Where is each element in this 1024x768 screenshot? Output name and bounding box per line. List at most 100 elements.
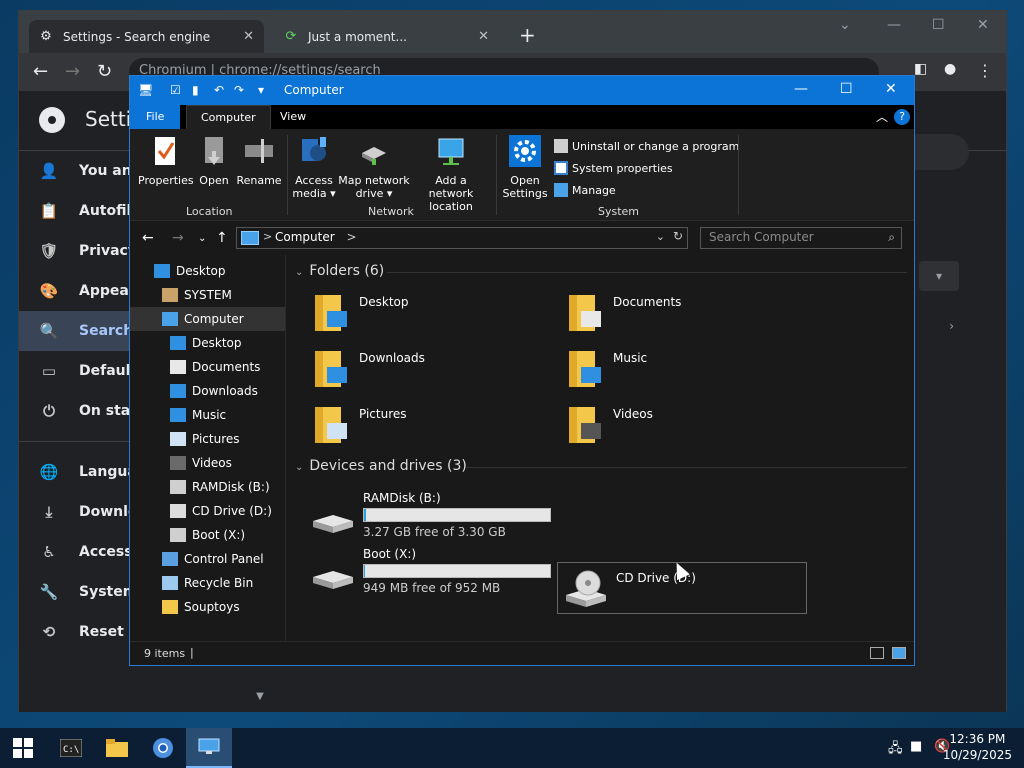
- maximize-icon[interactable]: ☐: [932, 17, 945, 33]
- taskbar-terminal[interactable]: C:\: [48, 728, 94, 768]
- minimize-icon[interactable]: —: [794, 81, 808, 97]
- tab-file[interactable]: File: [130, 105, 181, 129]
- properties-quick-icon[interactable]: ☑: [170, 83, 181, 97]
- accessibility-icon: ♿: [42, 543, 56, 561]
- new-folder-quick-icon[interactable]: ▮: [192, 83, 199, 97]
- scroll-down-arrow[interactable]: ▼: [251, 691, 269, 712]
- tab-just-a-moment[interactable]: ⟳ Just a moment... ✕: [274, 20, 499, 53]
- taskbar-chromium[interactable]: [140, 728, 186, 768]
- breadcrumb-computer[interactable]: Computer: [275, 230, 335, 244]
- menu-icon[interactable]: ⋮: [977, 61, 993, 80]
- sidepanel-icon[interactable]: ◧: [914, 61, 927, 77]
- computer-icon: [198, 738, 220, 754]
- refresh-icon[interactable]: ↻: [673, 229, 683, 243]
- address-bar[interactable]: > Computer > ⌄ ↻: [236, 227, 688, 249]
- search-computer-input[interactable]: Search Computer ⌕: [700, 227, 902, 249]
- collapse-ribbon-icon[interactable]: ︿: [876, 108, 888, 125]
- clock[interactable]: 12:36 PM 10/29/2025: [943, 731, 1012, 763]
- drive-usage-bar: [363, 508, 551, 522]
- folder-item[interactable]: Pictures: [313, 405, 553, 455]
- drive-boot[interactable]: Boot (X:) 949 MB free of 952 MB: [311, 547, 561, 599]
- undo-quick-icon[interactable]: ↶: [214, 83, 224, 97]
- nav-item[interactable]: Documents: [130, 355, 285, 379]
- help-icon[interactable]: ?: [894, 109, 910, 125]
- open-settings-button[interactable]: Open Settings: [502, 135, 548, 200]
- quick-access-dropdown-icon[interactable]: ▾: [258, 83, 264, 97]
- nav-item[interactable]: Videos: [130, 451, 285, 475]
- tab-computer[interactable]: Computer: [186, 105, 271, 129]
- manage-button[interactable]: Manage: [554, 183, 616, 197]
- recent-locations-icon[interactable]: ⌄: [198, 233, 206, 244]
- profile-icon[interactable]: ●: [944, 61, 956, 77]
- gear-icon: ⚙: [40, 28, 52, 44]
- nav-item-label: Boot (X:): [192, 528, 246, 542]
- folder-item[interactable]: Music: [567, 349, 807, 399]
- drive-usage-bar: [363, 564, 551, 578]
- nav-item[interactable]: Control Panel: [130, 547, 285, 571]
- back-icon[interactable]: ←: [33, 61, 48, 82]
- rename-button[interactable]: Rename: [236, 135, 282, 187]
- close-tab-icon[interactable]: ✕: [478, 29, 489, 44]
- map-network-drive-button[interactable]: Map network drive ▾: [338, 135, 410, 200]
- nav-item-label: Documents: [192, 360, 261, 374]
- close-icon[interactable]: ✕: [885, 81, 897, 97]
- new-tab-button[interactable]: +: [519, 23, 536, 47]
- open-button[interactable]: Open: [196, 135, 232, 187]
- properties-button[interactable]: Properties: [138, 135, 194, 187]
- taskbar-file-explorer[interactable]: [94, 728, 140, 768]
- nav-item[interactable]: Music: [130, 403, 285, 427]
- folder-item[interactable]: Documents: [567, 293, 807, 343]
- tab-view[interactable]: View: [266, 105, 320, 129]
- system-properties-button[interactable]: System properties: [554, 161, 673, 175]
- large-icons-view-icon[interactable]: [892, 647, 906, 659]
- nav-item[interactable]: Desktop: [130, 259, 285, 283]
- nav-item[interactable]: Boot (X:): [130, 523, 285, 547]
- back-icon[interactable]: ←: [142, 230, 154, 246]
- nav-item[interactable]: Recycle Bin: [130, 571, 285, 595]
- redo-quick-icon[interactable]: ↷: [234, 83, 244, 97]
- drive-usage-fill: [364, 565, 365, 577]
- folder-name: Desktop: [359, 295, 409, 309]
- window-title: Computer: [284, 83, 344, 97]
- network-icon[interactable]: 🖧: [888, 739, 903, 761]
- address-dropdown-icon[interactable]: ⌄: [656, 230, 665, 243]
- folder-item[interactable]: Videos: [567, 405, 807, 455]
- uninstall-program-button[interactable]: Uninstall or change a program: [554, 139, 739, 153]
- nav-item[interactable]: Pictures: [130, 427, 285, 451]
- folder-item[interactable]: Desktop: [313, 293, 553, 343]
- nav-item[interactable]: Computer: [130, 307, 285, 331]
- nav-item[interactable]: Desktop: [130, 331, 285, 355]
- drives-group-header[interactable]: ⌄ Devices and drives (3): [295, 458, 467, 474]
- start-button[interactable]: [0, 728, 46, 768]
- nav-item[interactable]: SYSTEM: [130, 283, 285, 307]
- nav-item[interactable]: RAMDisk (B:): [130, 475, 285, 499]
- color-icon[interactable]: ■: [910, 739, 922, 754]
- minimize-icon[interactable]: —: [887, 17, 901, 33]
- tab-search-icon[interactable]: ⌄: [839, 17, 851, 33]
- forward-icon[interactable]: →: [65, 61, 80, 82]
- nav-item[interactable]: Downloads: [130, 379, 285, 403]
- up-icon[interactable]: ↑: [216, 230, 228, 246]
- access-media-button[interactable]: Access media ▾: [292, 135, 336, 200]
- nav-item[interactable]: Souptoys: [130, 595, 285, 619]
- breadcrumb-chevron-icon[interactable]: >: [346, 230, 356, 244]
- folders-group-header[interactable]: ⌄ Folders (6): [295, 263, 384, 279]
- breadcrumb-chevron-icon[interactable]: >: [263, 230, 272, 243]
- network-drive-icon: [362, 147, 386, 165]
- details-view-icon[interactable]: [870, 647, 884, 659]
- add-network-location-button[interactable]: Add a network location: [412, 135, 490, 213]
- search-engine-dropdown[interactable]: ▾: [919, 261, 959, 291]
- tab-settings[interactable]: ⚙ Settings - Search engine ✕: [29, 20, 264, 53]
- taskbar-this-pc[interactable]: [186, 728, 232, 768]
- close-tab-icon[interactable]: ✕: [243, 29, 254, 44]
- music-icon: [170, 408, 186, 422]
- folder-item[interactable]: Downloads: [313, 349, 553, 399]
- close-icon[interactable]: ✕: [977, 17, 989, 33]
- nav-item-label: Souptoys: [184, 600, 240, 614]
- chevron-right-icon[interactable]: ›: [949, 319, 954, 333]
- forward-icon[interactable]: →: [172, 230, 184, 246]
- nav-item[interactable]: CD Drive (D:): [130, 499, 285, 523]
- maximize-icon[interactable]: ☐: [840, 81, 853, 97]
- reload-icon[interactable]: ↻: [97, 61, 112, 82]
- drive-ramdisk[interactable]: RAMDisk (B:) 3.27 GB free of 3.30 GB: [311, 491, 561, 543]
